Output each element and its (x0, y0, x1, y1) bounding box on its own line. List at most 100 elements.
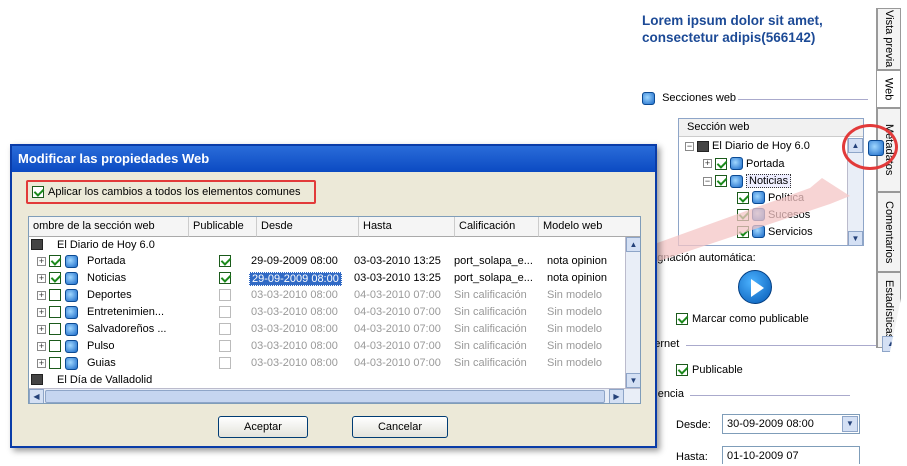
modify-web-properties-dialog: Modificar las propiedades Web Aplicar lo… (10, 144, 657, 448)
expand-icon[interactable]: + (37, 325, 46, 334)
row-web-model: nota opinion (547, 272, 607, 284)
row-from: 03-03-2010 08:00 (251, 323, 338, 335)
accept-button[interactable]: Aceptar (218, 416, 308, 438)
row-name: El Diario de Hoy 6.0 (57, 239, 155, 251)
publishable-checkbox[interactable] (676, 364, 688, 376)
table-row[interactable]: + Deportes 03-03-2010 08:00 04-03-2010 0… (29, 289, 624, 304)
cancel-button[interactable]: Cancelar (352, 416, 448, 438)
expand-icon[interactable]: + (703, 159, 712, 168)
tree-item[interactable]: Sucesos (737, 208, 810, 221)
row-rating: port_solapa_e... (454, 272, 533, 284)
from-date-combo[interactable]: 30-09-2009 08:00 ▼ (722, 414, 860, 434)
row-to: 04-03-2010 07:00 (354, 357, 441, 369)
col-header-to[interactable]: Hasta (359, 217, 455, 237)
dialog-title: Modificar las propiedades Web (12, 146, 655, 172)
row-checkbox[interactable] (49, 340, 61, 352)
tree-checkbox[interactable] (715, 175, 727, 187)
publishable-checkbox[interactable] (219, 289, 231, 301)
mark-publishable-checkbox[interactable] (676, 313, 688, 325)
collapse-icon[interactable]: − (685, 141, 694, 151)
expand-icon[interactable]: + (37, 257, 46, 266)
table-row[interactable]: El Diario de Hoy 6.0 (29, 239, 624, 254)
tab-web[interactable]: Web (877, 70, 901, 108)
col-header-from[interactable]: Desde (257, 217, 359, 237)
from-date-value: 30-09-2009 08:00 (727, 418, 814, 430)
table-row[interactable]: + Portada 29-09-2009 08:00 03-03-2010 13… (29, 255, 624, 270)
col-header-rating[interactable]: Calificación (455, 217, 539, 237)
row-checkbox[interactable] (49, 323, 61, 335)
publishable-checkbox[interactable] (219, 340, 231, 352)
scroll-left-icon[interactable]: ◀ (29, 389, 44, 403)
row-web-model: Sin modelo (547, 340, 603, 352)
tree-item[interactable]: + Portada (703, 157, 785, 170)
tree-header: Sección web (679, 119, 863, 137)
table-row[interactable]: + Pulso 03-03-2010 08:00 04-03-2010 07:0… (29, 340, 624, 355)
tree-checkbox[interactable] (715, 157, 727, 170)
scroll-thumb[interactable] (45, 390, 605, 403)
row-from: 03-03-2010 08:00 (251, 289, 338, 301)
table-row[interactable]: + Guias 03-03-2010 08:00 04-03-2010 07:0… (29, 357, 624, 372)
expand-icon[interactable]: + (37, 359, 46, 368)
chevron-down-icon[interactable]: ▼ (842, 416, 858, 432)
globe-icon (65, 289, 78, 302)
web-sections-tree[interactable]: Sección web − El Diario de Hoy 6.0 + Por… (678, 118, 864, 246)
expand-icon[interactable]: + (37, 274, 46, 283)
globe-icon (65, 323, 78, 336)
scroll-right-icon[interactable]: ▶ (609, 389, 624, 403)
table-row[interactable]: El Día de Valladolid (29, 374, 624, 386)
grid-vertical-scrollbar[interactable]: ▲ ▼ (625, 237, 640, 388)
tree-item[interactable]: − Noticias (703, 174, 792, 188)
tab-comentarios[interactable]: Comentarios (877, 192, 901, 272)
col-header-name[interactable]: ombre de la sección web (29, 217, 189, 237)
to-date-combo[interactable]: 01-10-2009 07 (722, 446, 860, 464)
tree-item-label: Portada (746, 157, 785, 170)
table-row[interactable]: + Salvadoreños ... 03-03-2010 08:00 04-0… (29, 323, 624, 338)
sections-grid[interactable]: ombre de la sección web Publicable Desde… (28, 216, 641, 404)
col-header-web-model[interactable]: Modelo web (539, 217, 640, 237)
tree-item[interactable]: Servicios (737, 225, 813, 238)
tree-item[interactable]: Política (737, 191, 804, 204)
row-web-model: Sin modelo (547, 289, 603, 301)
expand-icon[interactable]: + (37, 342, 46, 351)
web-sections-label: Secciones web (662, 92, 737, 105)
tree-item-label: El Diario de Hoy 6.0 (712, 140, 810, 152)
publishable-checkbox[interactable] (219, 357, 231, 369)
publishable-checkbox[interactable] (219, 323, 231, 335)
row-checkbox[interactable] (49, 357, 61, 369)
publishable-checkbox[interactable] (219, 306, 231, 318)
row-from-selected[interactable]: 29-09-2009 08:00 (249, 272, 342, 286)
publishable-checkbox[interactable] (219, 255, 231, 267)
row-checkbox[interactable] (49, 272, 61, 284)
mark-publishable-label: Marcar como publicable (692, 313, 809, 325)
col-header-publishable[interactable]: Publicable (189, 217, 257, 237)
publishable-checkbox[interactable] (219, 272, 231, 284)
table-row[interactable]: + Entretenimien... 03-03-2010 08:00 04-0… (29, 306, 624, 321)
scroll-up-icon[interactable]: ▲ (626, 237, 640, 252)
publishable-row[interactable]: Publicable (676, 364, 743, 376)
highlight-circle (842, 124, 898, 170)
row-checkbox[interactable] (49, 306, 61, 318)
collapse-up-icon[interactable]: ▲ (882, 336, 900, 352)
expand-icon[interactable]: + (37, 291, 46, 300)
grid-horizontal-scrollbar[interactable]: ◀ ▶ (29, 388, 640, 403)
mark-publishable-row[interactable]: Marcar como publicable (676, 313, 809, 325)
from-label: Desde: (676, 419, 711, 431)
tree-checkbox[interactable] (737, 225, 749, 238)
tree-item[interactable]: − El Diario de Hoy 6.0 (685, 140, 810, 152)
auto-assign-play-button[interactable] (738, 270, 772, 304)
tree-checkbox[interactable] (737, 208, 749, 221)
tab-vista-previa[interactable]: Vista previa (877, 8, 901, 70)
to-date-value: 01-10-2009 07 (727, 450, 799, 462)
divider (686, 345, 876, 346)
newspaper-icon (31, 239, 43, 250)
row-checkbox[interactable] (49, 289, 61, 301)
collapse-icon[interactable]: − (703, 176, 712, 186)
web-sections-heading: Secciones web (642, 92, 736, 105)
expand-icon[interactable]: + (37, 308, 46, 317)
tree-checkbox[interactable] (737, 191, 749, 204)
row-checkbox[interactable] (49, 255, 61, 267)
table-row[interactable]: + Noticias 29-09-2009 08:00 03-03-2010 1… (29, 272, 624, 287)
scroll-down-icon[interactable]: ▼ (626, 373, 640, 388)
scroll-down-icon[interactable]: ▼ (848, 231, 863, 245)
globe-icon (752, 191, 765, 204)
